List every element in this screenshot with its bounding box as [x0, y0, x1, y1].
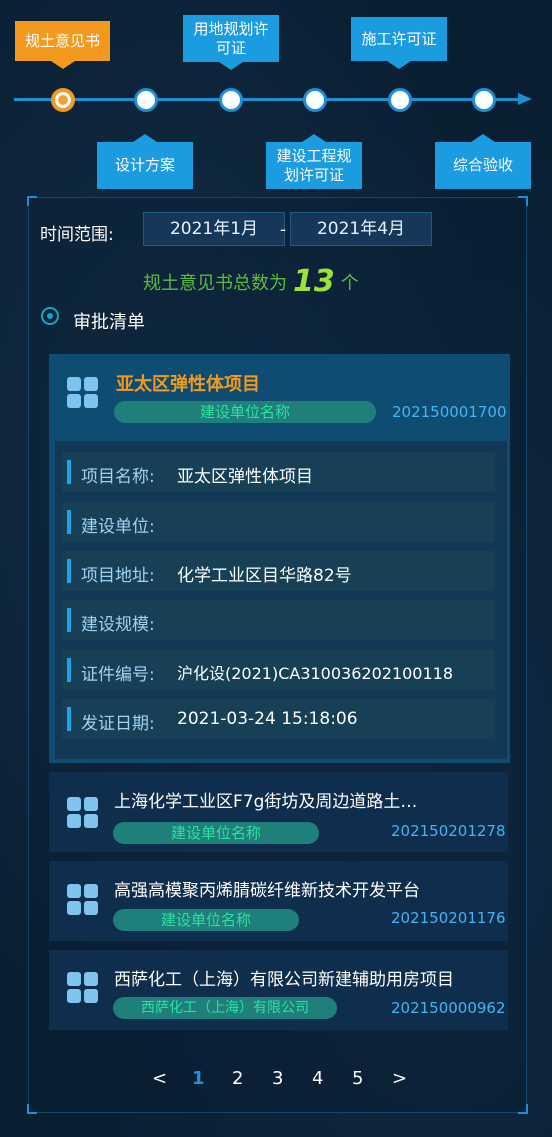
date-separator: - [280, 220, 287, 240]
timeline-node-6[interactable] [472, 88, 496, 112]
time-range-label: 时间范围: [40, 225, 114, 245]
grid-icon [67, 972, 99, 1004]
next-page-button[interactable]: > [392, 1068, 407, 1089]
list-item-tag: 西萨化工（上海）有限公司 [113, 997, 337, 1019]
timeline-arrow-icon [518, 93, 532, 105]
timeline-node-4[interactable] [303, 88, 327, 112]
expanded-card-title: 亚太区弹性体项目 [116, 374, 260, 395]
end-date-picker[interactable]: 2021年4月 [290, 212, 432, 246]
total-prefix: 规土意见书总数为 [143, 273, 287, 294]
page-3[interactable]: 3 [272, 1068, 283, 1089]
timeline-node-2[interactable] [134, 88, 158, 112]
section-title: 审批清单 [73, 312, 145, 333]
detail-row-address: 项目地址: 化学工业区目华路82号 [62, 551, 495, 591]
detail-row-cert-no: 证件编号: 沪化设(2021)CA310036202100118 [62, 650, 495, 690]
step-final-acceptance[interactable]: 综合验收 [435, 134, 531, 189]
radio-icon[interactable] [41, 307, 59, 325]
total-summary: 规土意见书总数为 13 个 [143, 262, 359, 299]
builder-tag: 建设单位名称 [114, 401, 376, 423]
total-count: 13 [293, 264, 335, 299]
timeline-node-1[interactable] [51, 88, 75, 112]
list-item-code: 202150201176 [391, 909, 506, 927]
timeline-line [14, 98, 522, 101]
grid-icon [67, 797, 99, 829]
step-engineering-permit[interactable]: 建设工程规 划许可证 [266, 134, 362, 189]
page-4[interactable]: 4 [312, 1068, 323, 1089]
total-suffix: 个 [340, 273, 359, 294]
step-design-plan[interactable]: 设计方案 [97, 134, 193, 189]
detail-row-issue-date: 发证日期: 2021-03-24 15:18:06 [62, 699, 495, 739]
step-land-opinion[interactable]: 规土意见书 [15, 21, 110, 69]
list-item-code: 202150000962 [391, 999, 506, 1017]
detail-row-scale: 建设规模: [62, 600, 495, 640]
page-2[interactable]: 2 [232, 1068, 243, 1089]
project-code: 202150001700 [392, 403, 507, 421]
page-1[interactable]: 1 [192, 1068, 205, 1089]
step-construction-permit[interactable]: 施工许可证 [351, 17, 447, 69]
start-date-picker[interactable]: 2021年1月 [143, 212, 285, 246]
list-item-code: 202150201278 [391, 822, 506, 840]
detail-row-builder: 建设单位: [62, 502, 495, 542]
list-item-tag: 建设单位名称 [113, 822, 319, 844]
timeline-node-3[interactable] [219, 88, 243, 112]
grid-icon [67, 377, 99, 409]
detail-row-name: 项目名称: 亚太区弹性体项目 [62, 452, 495, 492]
page-5[interactable]: 5 [352, 1068, 363, 1089]
list-item-tag: 建设单位名称 [113, 909, 299, 931]
timeline-node-5[interactable] [388, 88, 412, 112]
step-land-use-permit[interactable]: 用地规划许 可证 [183, 15, 279, 70]
prev-page-button[interactable]: < [152, 1068, 167, 1089]
grid-icon [67, 884, 99, 916]
